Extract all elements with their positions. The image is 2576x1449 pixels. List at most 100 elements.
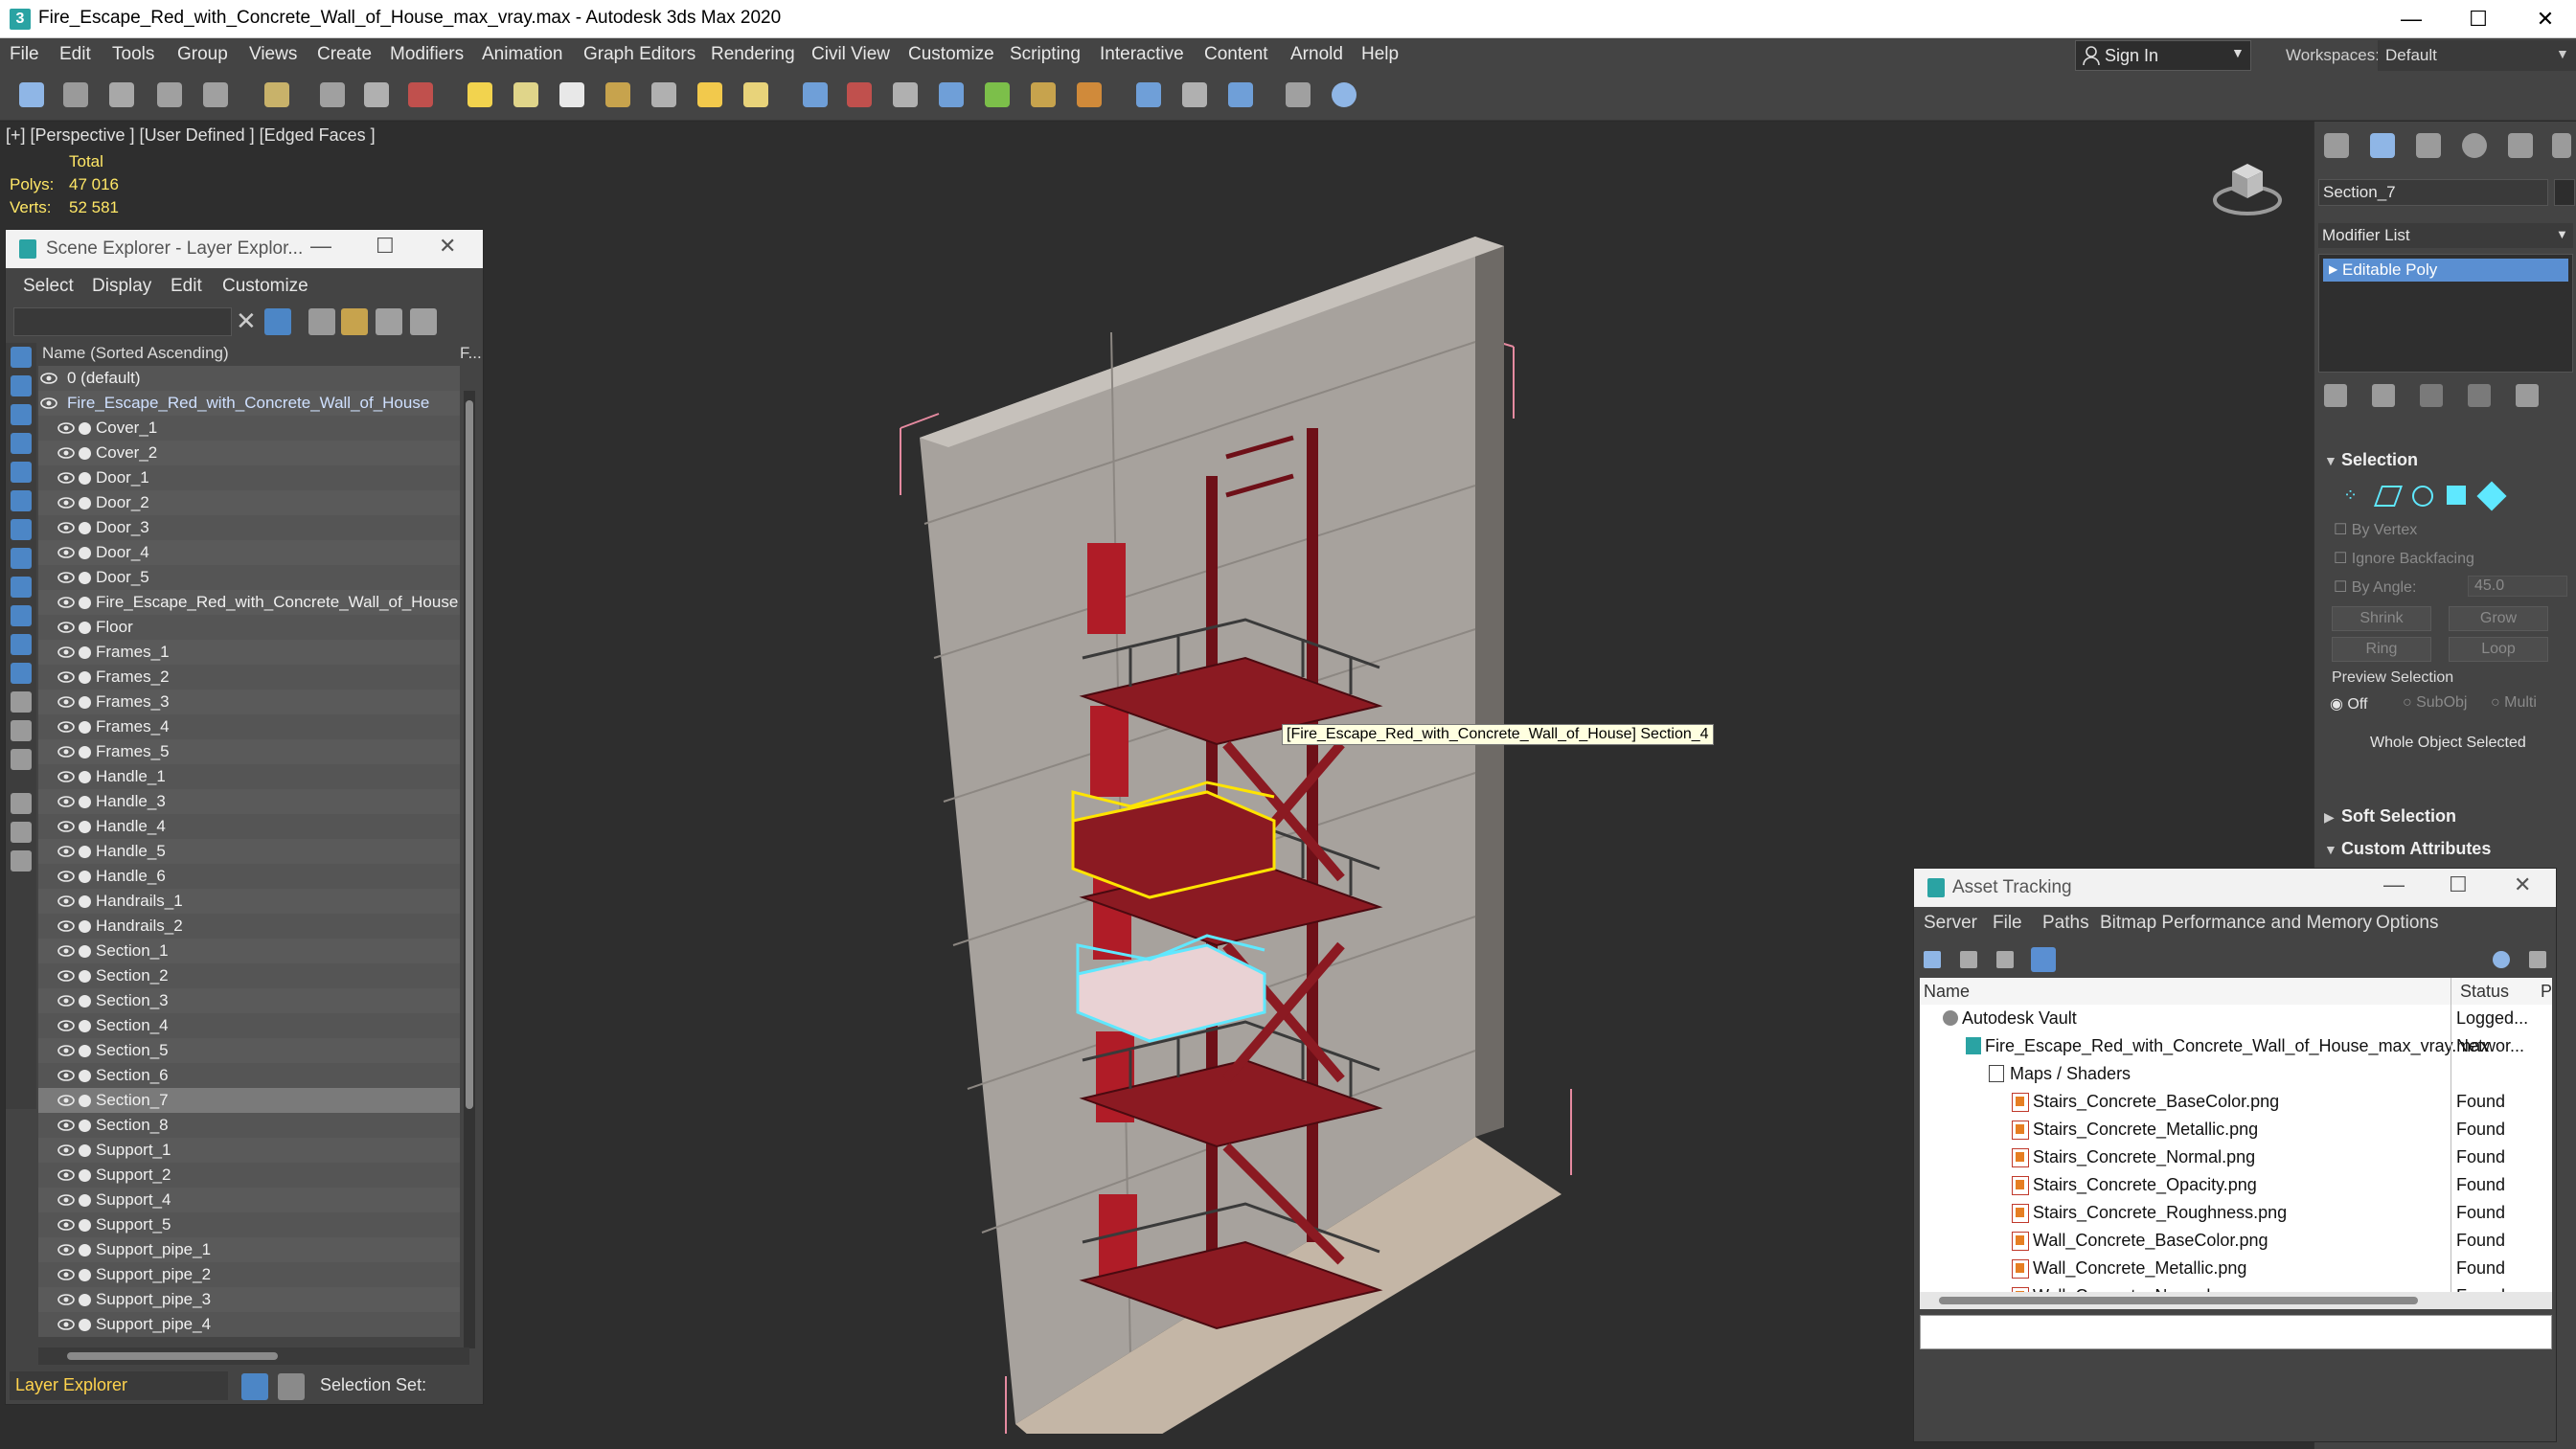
eye-icon[interactable] — [57, 1045, 75, 1056]
maximize-button[interactable]: ☐ — [2448, 0, 2509, 38]
layers-icon[interactable] — [241, 1373, 268, 1400]
eye-icon[interactable] — [57, 1070, 75, 1081]
select-object-icon[interactable] — [320, 82, 345, 107]
redo-icon[interactable] — [63, 82, 88, 107]
filter-cameras-icon[interactable] — [11, 433, 32, 454]
minimize-button[interactable]: — — [310, 234, 331, 259]
mirror-icon[interactable] — [985, 82, 1010, 107]
render-frame-icon[interactable] — [1228, 82, 1253, 107]
clear-search-icon[interactable]: ✕ — [236, 306, 257, 336]
tree-item-row[interactable]: Floor — [38, 615, 460, 640]
detail-view-icon[interactable] — [2031, 947, 2056, 972]
menu-help[interactable]: Help — [1361, 44, 1399, 65]
pin-stack-icon[interactable] — [2324, 384, 2347, 407]
menu-display[interactable]: Display — [92, 276, 151, 297]
menu-interactive[interactable]: Interactive — [1100, 44, 1184, 65]
material-editor-icon[interactable] — [1136, 82, 1161, 107]
menu-modifiers[interactable]: Modifiers — [390, 44, 464, 65]
tree-item-row[interactable]: Section_1 — [38, 939, 460, 963]
object-name-field[interactable]: Section_7 — [2318, 179, 2548, 206]
tree-item-row[interactable]: Support_pipe_3 — [38, 1287, 460, 1312]
reference-coordinate-icon[interactable] — [651, 82, 676, 107]
asset-tracking-titlebar[interactable]: Asset Tracking — ☐ ✕ — [1914, 869, 2556, 907]
expand-arrow-icon[interactable]: ▶ — [2329, 262, 2337, 276]
undo-icon[interactable] — [19, 82, 44, 107]
remove-modifier-icon[interactable] — [2468, 384, 2491, 407]
custom-attributes-rollout-header[interactable]: ▼ Custom Attributes — [2314, 836, 2576, 861]
tree-item-row[interactable]: Door_4 — [38, 540, 460, 565]
eye-icon[interactable] — [57, 1319, 75, 1330]
menu-tools[interactable]: Tools — [112, 44, 154, 65]
filter-lights-icon[interactable] — [11, 404, 32, 425]
filter-space-warps-icon[interactable] — [11, 490, 32, 511]
menu-group[interactable]: Group — [177, 44, 228, 65]
eye-icon[interactable] — [57, 497, 75, 509]
eye-icon[interactable] — [57, 920, 75, 932]
filter-groups-icon[interactable] — [11, 519, 32, 540]
list-view-icon[interactable] — [1924, 951, 1941, 968]
menu-bitmap-performance[interactable]: Bitmap Performance and Memory — [2100, 913, 2372, 934]
hierarchy-icon[interactable] — [410, 308, 437, 335]
display-tab-icon[interactable] — [2508, 133, 2533, 158]
snaps-toggle-icon[interactable] — [743, 82, 768, 107]
eye-icon[interactable] — [57, 846, 75, 857]
list-item[interactable]: Stairs_Concrete_Opacity.png Found — [1920, 1171, 2552, 1199]
menu-customize[interactable]: Customize — [222, 276, 308, 297]
scene-search-input[interactable] — [13, 307, 232, 336]
eye-icon[interactable] — [57, 796, 75, 807]
tree-item-row[interactable]: Door_1 — [38, 465, 460, 490]
utilities-tab-icon[interactable] — [2552, 133, 2571, 158]
menu-views[interactable]: Views — [249, 44, 297, 65]
tree-item-row[interactable]: Section_3 — [38, 988, 460, 1013]
tree-root-row[interactable]: Fire_Escape_Red_with_Concrete_Wall_of_Ho… — [38, 391, 460, 416]
name-column-header[interactable]: Name (Sorted Ascending) — [42, 344, 229, 363]
display-none-icon[interactable] — [11, 720, 32, 741]
tree-item-row[interactable]: Section_7 — [38, 1088, 460, 1113]
tree-item-row[interactable]: Frames_2 — [38, 665, 460, 690]
ignore-backfacing-checkbox[interactable]: ☐ Ignore Backfacing — [2334, 549, 2474, 568]
frozen-column-header[interactable]: F... — [460, 344, 482, 363]
selection-region-icon[interactable] — [408, 82, 433, 107]
eye-icon[interactable] — [57, 1244, 75, 1256]
list-item[interactable]: Maps / Shaders — [1920, 1060, 2552, 1088]
border-icon[interactable] — [2412, 486, 2433, 507]
tree-item-row[interactable]: Handrails_2 — [38, 914, 460, 939]
angle-snap-icon[interactable] — [803, 82, 828, 107]
name-column-header[interactable]: Name — [1924, 982, 1970, 1002]
list-item[interactable]: Stairs_Concrete_BaseColor.png Found — [1920, 1088, 2552, 1116]
tree-item-row[interactable]: Door_2 — [38, 490, 460, 515]
unlink-icon[interactable] — [157, 82, 182, 107]
select-by-name-icon[interactable] — [364, 82, 389, 107]
eye-icon[interactable] — [57, 1120, 75, 1131]
rotate-icon[interactable] — [513, 82, 538, 107]
link-icon[interactable] — [109, 82, 134, 107]
minimize-button[interactable]: — — [2381, 0, 2442, 38]
bind-space-warp-icon[interactable] — [203, 82, 228, 107]
status-column-header[interactable]: Status — [2460, 982, 2509, 1002]
folder-icon[interactable] — [11, 850, 32, 872]
list-item[interactable]: Stairs_Concrete_Normal.png Found — [1920, 1143, 2552, 1171]
eye-icon[interactable] — [57, 646, 75, 658]
modify-tab-icon[interactable] — [2370, 133, 2395, 158]
lock-icon[interactable] — [308, 308, 335, 335]
hierarchy-tab-icon[interactable] — [2416, 133, 2441, 158]
workspace-select[interactable]: Default ▼ — [2378, 40, 2576, 71]
placement-icon[interactable] — [605, 82, 630, 107]
list-item[interactable]: Fire_Escape_Red_with_Concrete_Wall_of_Ho… — [1920, 1032, 2552, 1060]
eye-icon[interactable] — [57, 1219, 75, 1231]
maximize-button[interactable]: ☐ — [2449, 872, 2468, 897]
vertical-scrollbar[interactable] — [464, 391, 475, 1348]
display-all-icon[interactable] — [11, 691, 32, 713]
eye-icon[interactable] — [57, 1294, 75, 1305]
tree-item-row[interactable]: Handle_5 — [38, 839, 460, 864]
tree-item-row[interactable]: Section_5 — [38, 1038, 460, 1063]
tree-item-row[interactable]: Frames_4 — [38, 714, 460, 739]
by-vertex-checkbox[interactable]: ☐ By Vertex — [2334, 520, 2417, 539]
list-item[interactable]: Stairs_Concrete_Roughness.png Found — [1920, 1199, 2552, 1227]
tree-item-row[interactable]: Frames_1 — [38, 640, 460, 665]
layers-icon[interactable] — [376, 308, 402, 335]
settings-icon[interactable] — [2529, 951, 2546, 968]
filter-funnel-icon[interactable] — [11, 793, 32, 814]
pivot-point-icon[interactable] — [697, 82, 722, 107]
eye-icon[interactable] — [57, 547, 75, 558]
